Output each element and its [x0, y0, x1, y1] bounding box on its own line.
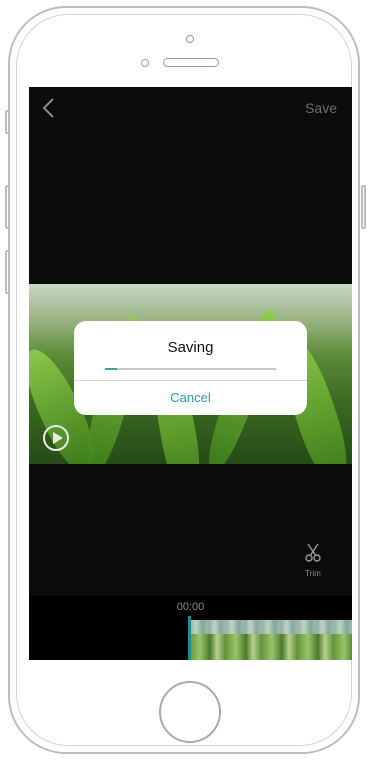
- progress-bar: [105, 368, 276, 370]
- playhead[interactable]: [188, 616, 191, 660]
- proximity-sensor: [141, 59, 149, 67]
- current-time: 00:00: [176, 601, 205, 613]
- filmstrip[interactable]: [190, 620, 352, 660]
- cancel-button[interactable]: Cancel: [74, 381, 307, 415]
- scissors-icon: [305, 543, 321, 562]
- save-button[interactable]: Save: [305, 100, 337, 116]
- volume-up-button: [5, 185, 10, 229]
- home-button[interactable]: [159, 681, 221, 743]
- mute-switch: [5, 110, 10, 134]
- dialog-title: Saving: [167, 339, 214, 356]
- play-icon[interactable]: [43, 425, 69, 451]
- volume-down-button: [5, 250, 10, 294]
- chevron-left-icon[interactable]: [39, 97, 59, 119]
- earpiece-speaker: [163, 58, 219, 67]
- saving-dialog: Saving Cancel: [74, 321, 307, 415]
- power-button: [361, 185, 366, 229]
- trim-label: Trim: [305, 569, 321, 578]
- front-camera: [186, 35, 194, 43]
- progress-fill: [105, 368, 117, 370]
- trim-button[interactable]: Trim: [299, 542, 327, 578]
- timeline[interactable]: 00:00: [29, 596, 352, 660]
